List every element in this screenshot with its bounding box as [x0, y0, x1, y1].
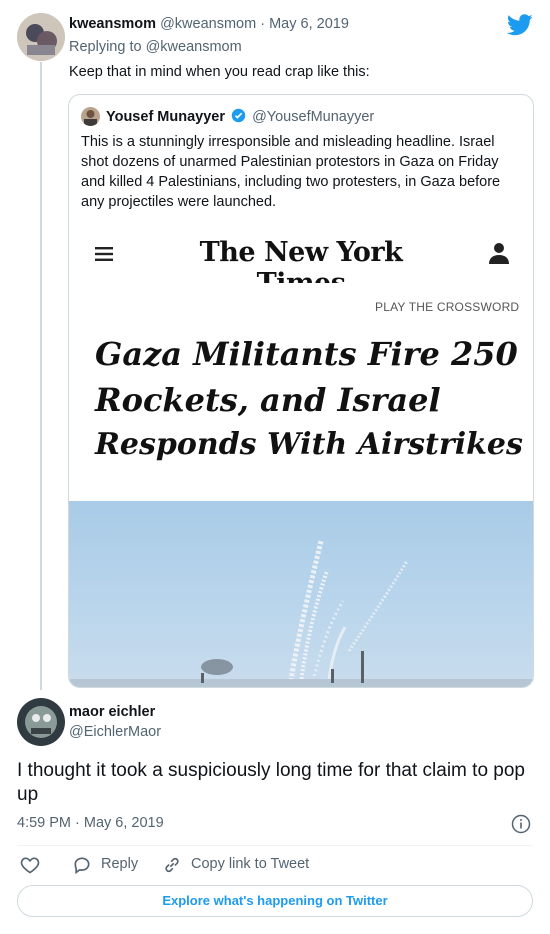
quoted-tweet-card[interactable]: Yousef Munayyer @YousefMunayyer This is … [68, 94, 534, 688]
headline-line-1: Gaza Militants Fire 250 [95, 335, 518, 373]
twitter-logo-icon[interactable] [506, 14, 533, 36]
handle[interactable]: @EichlerMaor [69, 724, 161, 740]
reply-icon[interactable] [72, 855, 92, 880]
rocket-trails-photo [69, 501, 533, 687]
handle[interactable]: @YousefMunayyer [252, 109, 374, 125]
tweet-header: kweansmom @kweansmom · May 6, 2019 [69, 16, 349, 32]
display-name[interactable]: kweansmom [69, 16, 156, 32]
explore-twitter-button[interactable]: Explore what's happening on Twitter [17, 885, 533, 917]
heart-icon[interactable] [20, 855, 40, 880]
tweet-text: Keep that in mind when you read crap lik… [69, 64, 370, 80]
reply-button[interactable]: Reply [101, 856, 138, 872]
replying-to: Replying to @kweansmom [69, 39, 242, 55]
headline-line-2: Rockets, and Israel [95, 381, 441, 419]
nyt-header: The New York Times [69, 225, 533, 299]
avatar[interactable] [81, 107, 100, 126]
info-icon[interactable] [511, 814, 531, 839]
nyt-article: PLAY THE CROSSWORD Gaza Militants Fire 2… [69, 283, 533, 501]
replying-prefix: Replying to [69, 39, 142, 55]
separator: · [260, 16, 266, 32]
quoted-text: This is a stunningly irresponsible and m… [81, 134, 501, 210]
avatar[interactable] [17, 13, 65, 61]
thread-line [40, 62, 42, 690]
quoted-header: Yousef Munayyer @YousefMunayyer [106, 108, 374, 127]
crossword-link: PLAY THE CROSSWORD [375, 300, 520, 314]
display-name[interactable]: maor eichler [69, 704, 155, 720]
tweet-timestamp[interactable]: 4:59 PM · May 6, 2019 [17, 815, 164, 831]
copy-link-button[interactable]: Copy link to Tweet [191, 856, 309, 872]
user-icon [489, 242, 509, 269]
headline-line-3: Responds With Airstrikes [95, 427, 523, 462]
verified-badge-icon [231, 108, 246, 127]
divider [17, 845, 532, 846]
display-name[interactable]: Yousef Munayyer [106, 109, 225, 125]
handle[interactable]: @kweansmom [160, 16, 256, 32]
tweet-date[interactable]: May 6, 2019 [269, 16, 349, 32]
hamburger-menu-icon [95, 247, 113, 266]
replying-handle[interactable]: @kweansmom [146, 39, 242, 55]
link-icon[interactable] [162, 855, 182, 880]
reply-text: I thought it took a suspiciously long ti… [17, 760, 525, 805]
avatar[interactable] [17, 698, 65, 746]
